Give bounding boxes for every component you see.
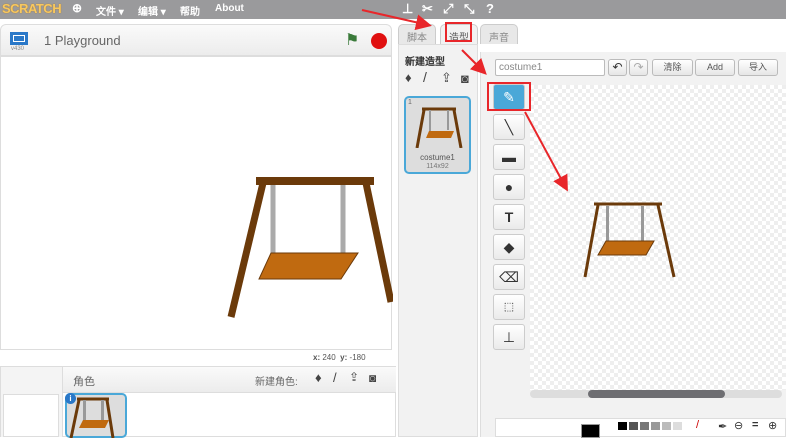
costume-list: 新建造型 ♦ / ⇪ ◙ 1 costume1 114x92 [398,44,478,437]
highlight-costumes-tab [445,22,472,42]
text-tool[interactable]: T [493,204,525,230]
help-icon[interactable]: ? [486,1,494,16]
import-button[interactable]: 导入 [738,59,778,76]
undo-button[interactable]: ↶ [608,59,627,76]
palette-swatch[interactable] [629,422,638,430]
swing-sprite-on-stage[interactable] [1,57,395,351]
menu-about[interactable]: About [215,3,244,14]
scrollbar-thumb[interactable] [588,390,725,398]
grow-icon[interactable]: ⤢ [443,1,453,17]
horizontal-scrollbar[interactable] [530,390,782,398]
new-costume-label: 新建造型 [405,57,445,68]
version-label: v430 [11,46,25,52]
scratch-logo[interactable]: SCRATCH [2,1,62,16]
rectangle-tool[interactable]: ▬ [493,144,525,170]
paint-new-sprite-icon[interactable]: / [333,370,337,385]
camera-icon[interactable]: ◙ [369,371,376,385]
stage[interactable] [0,56,395,351]
info-icon[interactable]: i [65,393,76,404]
mouse-coordinates: x: 240 y: -180 [313,353,366,362]
costume-name-input[interactable] [495,59,605,76]
choose-costume-library-icon[interactable]: ♦ [405,70,412,85]
project-title[interactable]: 1 Playground [44,33,121,48]
eyedropper-icon[interactable]: ✒ [718,420,727,433]
choose-sprite-library-icon[interactable]: ♦ [315,370,322,385]
redo-button[interactable]: ↷ [629,59,648,76]
current-color-swatch[interactable] [581,424,600,438]
stop-icon[interactable] [371,33,387,49]
sprites-header: 角色 新建角色: ♦ / ⇪ ◙ [63,367,396,393]
globe-icon[interactable]: ⊕ [72,1,82,15]
camera-costume-icon[interactable]: ◙ [461,71,469,86]
palette-swatch[interactable] [640,422,649,430]
cut-icon[interactable]: ✂ [422,1,433,17]
costume-size: 114x92 [426,163,449,170]
costume-item[interactable]: 1 costume1 114x92 [404,96,471,174]
swing-costume-drawing [583,202,676,278]
menu-bar: SCRATCH ⊕ 文件 ▾ 编辑 ▾ 帮助 About ⊥ ✂ ⤢ ⤡ ? [0,0,786,19]
zoom-out-icon[interactable]: ⊖ [734,419,743,432]
stage-header: v430 1 Playground ⚑ [0,24,392,56]
menu-help[interactable]: 帮助 [180,3,200,18]
stage-thumbnail-area[interactable] [1,367,63,437]
palette-swatch[interactable] [662,422,671,430]
fill-tool[interactable]: ◆ [493,234,525,260]
palette-swatch[interactable] [651,422,660,430]
tab-sounds[interactable]: 声音 [480,24,518,44]
color-palette-area: / ✒ ⊖ = ⊕ [495,418,786,438]
transparent-swatch[interactable]: / [696,419,699,431]
green-flag-icon[interactable]: ⚑ [345,30,359,50]
sprite-thumbnail[interactable]: i [65,393,127,439]
zoom-in-icon[interactable]: ⊕ [768,419,777,432]
ellipse-tool[interactable]: ● [493,174,525,200]
paint-canvas[interactable] [530,85,786,390]
palette-swatch[interactable] [618,422,627,430]
eraser-tool[interactable]: ⌫ [493,264,525,290]
sprites-title: 角色 [73,376,95,388]
add-button[interactable]: Add [695,59,735,76]
shrink-icon[interactable]: ⤡ [464,1,474,17]
costume-name: costume1 [420,153,455,162]
stamp-tool[interactable]: ⊥ [493,324,525,350]
new-sprite-label: 新建角色: [255,377,298,388]
highlight-brush-tool [487,82,531,111]
sprite-pane: 角色 新建角色: ♦ / ⇪ ◙ i [0,366,396,439]
costume-index: 1 [408,99,412,106]
duplicate-stamp-icon[interactable]: ⊥ [402,1,413,17]
zoom-reset-icon[interactable]: = [752,419,758,431]
presentation-mode-icon[interactable] [10,32,28,45]
line-tool[interactable]: ╲ [493,114,525,140]
palette-swatch[interactable] [673,422,682,430]
upload-sprite-icon[interactable]: ⇪ [349,370,359,384]
paint-new-costume-icon[interactable]: / [423,69,427,85]
clear-button[interactable]: 清除 [652,59,693,76]
select-tool[interactable]: ⬚ [493,294,525,320]
menu-file[interactable]: 文件 ▾ [96,3,124,18]
upload-costume-icon[interactable]: ⇪ [441,70,452,86]
menu-edit[interactable]: 编辑 ▾ [138,3,166,18]
tab-scripts[interactable]: 脚本 [398,24,436,44]
